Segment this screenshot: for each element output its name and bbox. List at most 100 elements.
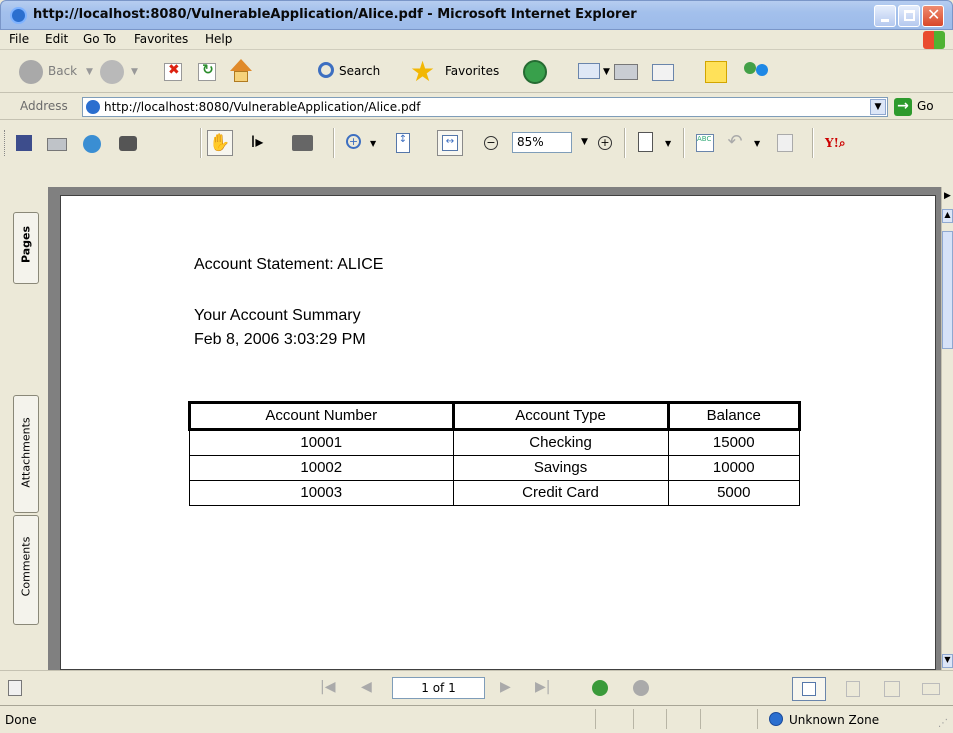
undo-dropdown-icon[interactable]: ▼	[754, 139, 760, 148]
print-icon[interactable]	[614, 64, 638, 80]
address-bar: Address http://localhost:8080/Vulnerable…	[0, 94, 953, 120]
page-number-input[interactable]: 1 of 1	[392, 677, 485, 699]
close-icon: ✕	[927, 5, 941, 24]
email-icon[interactable]	[80, 130, 106, 156]
address-label: Address	[20, 99, 68, 113]
back-arrow-icon[interactable]	[19, 60, 43, 84]
copy-icon[interactable]	[773, 130, 799, 156]
yahoo-search-icon[interactable]: Y!⌕	[825, 130, 865, 156]
last-page-icon[interactable]: ▶|	[535, 679, 550, 695]
address-dropdown-button[interactable]: ▼	[870, 99, 886, 115]
select-text-icon[interactable]: I▸	[244, 130, 270, 156]
table-header-row: Account Number Account Type Balance	[188, 401, 802, 431]
table-row: 10002 Savings 10000	[189, 455, 801, 481]
menu-goto[interactable]: Go To	[83, 32, 116, 46]
continuous-facing-icon[interactable]	[884, 681, 900, 697]
account-number-cell: 10002	[189, 455, 454, 481]
single-page-icon[interactable]	[792, 677, 826, 701]
statement-timestamp: Feb 8, 2006 3:03:29 PM	[194, 331, 366, 348]
balance-cell: 10000	[667, 455, 801, 481]
page-icon	[86, 100, 100, 114]
close-button[interactable]: ✕	[922, 5, 944, 27]
back-button[interactable]: Back	[48, 64, 77, 78]
next-page-icon[interactable]: ▶	[500, 679, 511, 695]
account-number-cell: 10003	[189, 480, 454, 506]
print-pdf-icon[interactable]	[44, 130, 70, 156]
vertical-scrollbar[interactable]: ▶ ▲ ▼	[941, 187, 953, 670]
rotate-view-icon[interactable]	[634, 130, 660, 156]
edit-icon[interactable]	[652, 64, 674, 81]
status-divider	[757, 709, 758, 729]
document-view[interactable]: Account Statement: ALICE Your Account Su…	[48, 187, 941, 670]
split-arrow-icon[interactable]: ▶	[944, 191, 951, 201]
save-icon[interactable]	[12, 130, 38, 156]
home-icon[interactable]	[230, 59, 252, 71]
tab-attachments[interactable]: Attachments	[13, 395, 39, 513]
table-row: 10003 Credit Card 5000	[189, 480, 801, 506]
fit-page-icon[interactable]: ↕	[391, 130, 417, 156]
maximize-button[interactable]	[898, 5, 920, 27]
toolbar-separator	[624, 128, 626, 158]
status-divider	[633, 709, 634, 729]
scroll-thumb[interactable]	[942, 231, 953, 349]
zoom-in-tool-icon[interactable]: +	[342, 130, 368, 156]
globe-icon	[769, 712, 783, 726]
forward-arrow-icon[interactable]	[100, 60, 124, 84]
address-input[interactable]: http://localhost:8080/VulnerableApplicat…	[82, 97, 888, 117]
menu-file[interactable]: File	[9, 32, 29, 46]
facing-icon[interactable]	[922, 683, 940, 695]
back-dropdown-icon[interactable]: ▼	[86, 67, 93, 77]
windows-logo-icon	[923, 31, 945, 49]
continuous-icon[interactable]	[846, 681, 860, 697]
tab-comments[interactable]: Comments	[13, 515, 39, 625]
find-binoculars-icon[interactable]	[116, 130, 142, 156]
snapshot-icon[interactable]	[290, 130, 316, 156]
undo-icon[interactable]: ↶	[722, 130, 748, 156]
mail-dropdown-icon[interactable]: ▼	[603, 67, 610, 77]
menu-favorites[interactable]: Favorites	[134, 32, 188, 46]
favorites-button[interactable]: Favorites	[445, 64, 499, 78]
messenger-icon[interactable]	[744, 60, 770, 82]
history-icon[interactable]	[523, 60, 547, 84]
zoom-dropdown-icon[interactable]: ▼	[581, 137, 588, 147]
previous-page-icon[interactable]: ◀	[361, 679, 372, 695]
zoom-in-icon[interactable]: +	[598, 136, 612, 150]
go-button[interactable]: Go	[917, 99, 934, 113]
fit-width-icon[interactable]: ↔	[437, 130, 463, 156]
resize-grip-icon[interactable]: ⋰	[938, 718, 948, 729]
zoom-tool-dropdown-icon[interactable]: ▼	[370, 139, 376, 148]
zoom-level-input[interactable]: 85%	[512, 132, 572, 153]
account-number-cell: 10001	[189, 429, 454, 456]
stop-icon[interactable]: ✖	[164, 62, 182, 81]
hand-tool-icon[interactable]: ✋	[207, 130, 233, 156]
zoom-out-icon[interactable]: −	[484, 136, 498, 150]
header-balance: Balance	[666, 401, 802, 431]
refresh-icon[interactable]: ↻	[198, 62, 216, 81]
account-type-cell: Credit Card	[452, 480, 669, 506]
go-arrow-icon[interactable]: →	[894, 98, 912, 116]
go-previous-view-icon[interactable]	[592, 680, 608, 696]
note-icon[interactable]	[705, 61, 727, 83]
menu-edit[interactable]: Edit	[45, 32, 68, 46]
security-zone: Unknown Zone	[789, 713, 880, 727]
menu-help[interactable]: Help	[205, 32, 232, 46]
menu-bar: File Edit Go To Favorites Help	[0, 30, 953, 50]
scroll-down-button[interactable]: ▼	[942, 654, 953, 668]
favorites-star-icon: ★	[410, 55, 436, 88]
toolbar-separator	[812, 128, 814, 158]
first-page-icon[interactable]: |◀	[320, 679, 335, 695]
minimize-button[interactable]	[874, 5, 896, 27]
summary-title: Your Account Summary	[194, 307, 361, 324]
mail-icon[interactable]	[578, 63, 600, 79]
tab-pages[interactable]: Pages	[13, 212, 39, 284]
rotate-dropdown-icon[interactable]: ▼	[665, 139, 671, 148]
minimize-icon	[881, 19, 889, 22]
title-bar[interactable]: http://localhost:8080/VulnerableApplicat…	[0, 0, 953, 30]
status-divider	[700, 709, 701, 729]
forward-dropdown-icon[interactable]: ▼	[131, 67, 138, 77]
go-next-view-icon[interactable]	[633, 680, 649, 696]
search-button[interactable]: Search	[339, 64, 380, 78]
scroll-up-button[interactable]: ▲	[942, 209, 953, 223]
spell-check-icon[interactable]: ABC	[693, 130, 719, 156]
options-icon[interactable]	[8, 680, 22, 696]
